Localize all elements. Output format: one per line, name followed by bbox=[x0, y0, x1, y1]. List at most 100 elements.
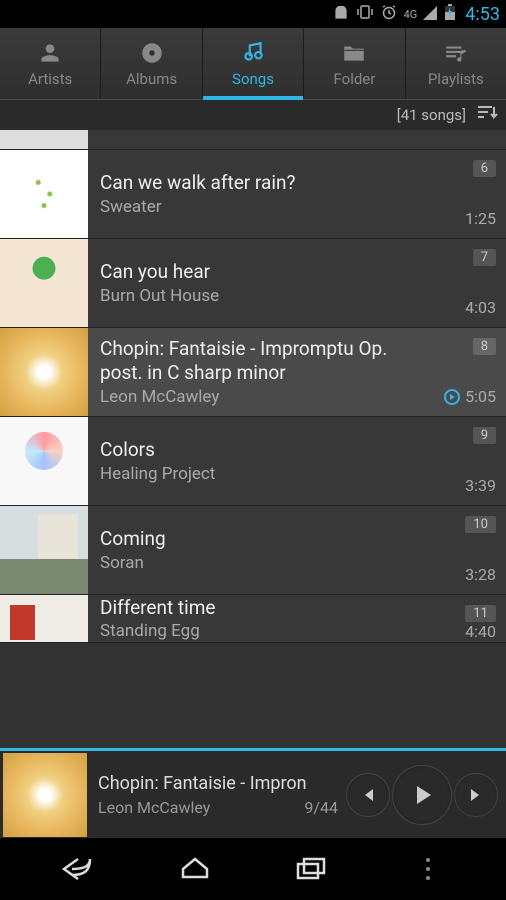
duration: 3:28 bbox=[465, 565, 496, 584]
signal-icon bbox=[423, 5, 439, 24]
status-bar: 4G 4:53 bbox=[0, 0, 506, 28]
album-art bbox=[0, 239, 88, 327]
album-art bbox=[0, 150, 88, 238]
now-playing-title: Chopin: Fantaisie - Impron bbox=[98, 773, 338, 794]
song-artist: Sweater bbox=[100, 197, 434, 217]
track-number: 11 bbox=[465, 605, 496, 622]
song-title: Can you hear bbox=[100, 260, 434, 284]
duration: 4:03 bbox=[465, 298, 496, 317]
back-button[interactable] bbox=[48, 849, 108, 889]
song-meta: 9 3:39 bbox=[446, 417, 506, 505]
album-art bbox=[0, 506, 88, 594]
song-row[interactable]: Can you hear Burn Out House 7 4:03 bbox=[0, 239, 506, 328]
next-button[interactable] bbox=[454, 773, 498, 817]
song-row[interactable] bbox=[0, 130, 506, 150]
vibrate-icon bbox=[356, 4, 374, 24]
menu-button[interactable] bbox=[398, 849, 458, 889]
alarm-icon bbox=[380, 4, 398, 24]
tab-bar: Artists Albums Songs Folder Playlists bbox=[0, 28, 506, 100]
tab-playlists[interactable]: Playlists bbox=[406, 28, 506, 99]
song-row[interactable]: Colors Healing Project 9 3:39 bbox=[0, 417, 506, 506]
song-info: Chopin: Fantaisie - Impromptu Op. post. … bbox=[88, 328, 446, 416]
song-info: Coming Soran bbox=[88, 506, 446, 594]
menu-icon bbox=[424, 856, 432, 882]
song-title: Can we walk after rain? bbox=[100, 171, 434, 195]
song-meta: 7 4:03 bbox=[446, 239, 506, 327]
song-artist: Burn Out House bbox=[100, 286, 434, 306]
song-info: Can we walk after rain? Sweater bbox=[88, 150, 446, 238]
nav-bar bbox=[0, 838, 506, 900]
tab-artists[interactable]: Artists bbox=[0, 28, 101, 99]
duration: 1:25 bbox=[465, 209, 496, 228]
song-title: Different time bbox=[100, 596, 434, 620]
tab-folder[interactable]: Folder bbox=[304, 28, 405, 99]
song-list[interactable]: Can we walk after rain? Sweater 6 1:25 C… bbox=[0, 130, 506, 748]
recents-button[interactable] bbox=[281, 849, 341, 889]
tab-label: Artists bbox=[28, 70, 72, 88]
song-info: Can you hear Burn Out House bbox=[88, 239, 446, 327]
song-artist: Leon McCawley bbox=[100, 387, 434, 407]
album-art bbox=[0, 595, 88, 643]
folder-icon bbox=[341, 40, 367, 66]
battery-icon bbox=[445, 4, 455, 24]
sort-icon[interactable] bbox=[476, 105, 498, 125]
prev-button[interactable] bbox=[346, 773, 390, 817]
duration: 3:39 bbox=[465, 476, 496, 495]
song-row-playing[interactable]: Chopin: Fantaisie - Impromptu Op. post. … bbox=[0, 328, 506, 417]
track-number: 7 bbox=[473, 249, 496, 266]
song-meta: 8 5:05 bbox=[446, 328, 506, 416]
song-meta: 11 4:40 bbox=[446, 595, 506, 642]
back-icon bbox=[60, 855, 96, 883]
now-playing-artist: Leon McCawley bbox=[98, 798, 210, 817]
song-count: [41 songs] bbox=[397, 106, 466, 124]
now-playing-info: Chopin: Fantaisie - Impron Leon McCawley… bbox=[90, 773, 346, 817]
track-number: 10 bbox=[465, 516, 496, 533]
now-playing-bar[interactable]: Chopin: Fantaisie - Impron Leon McCawley… bbox=[0, 748, 506, 838]
playing-indicator-icon bbox=[443, 388, 461, 406]
person-icon bbox=[37, 40, 63, 66]
android-icon bbox=[332, 5, 350, 24]
skip-next-icon bbox=[466, 785, 486, 805]
song-row[interactable]: Coming Soran 10 3:28 bbox=[0, 506, 506, 595]
song-info: Colors Healing Project bbox=[88, 417, 446, 505]
song-artist: Soran bbox=[100, 553, 434, 573]
song-row[interactable]: Different time Standing Egg 11 4:40 bbox=[0, 595, 506, 643]
song-artist: Healing Project bbox=[100, 464, 434, 484]
play-button[interactable] bbox=[392, 765, 452, 825]
status-time: 4:53 bbox=[465, 4, 500, 25]
album-art bbox=[0, 417, 88, 505]
disc-icon bbox=[139, 40, 165, 66]
now-playing-controls bbox=[346, 765, 506, 825]
song-meta: 6 1:25 bbox=[446, 150, 506, 238]
tab-label: Songs bbox=[232, 70, 274, 88]
now-playing-position: 9/44 bbox=[304, 798, 338, 817]
home-icon bbox=[177, 855, 213, 883]
playlist-icon bbox=[443, 40, 469, 66]
song-title: Coming bbox=[100, 527, 434, 551]
play-icon bbox=[408, 781, 436, 809]
album-art bbox=[0, 328, 88, 416]
network-type: 4G bbox=[404, 8, 418, 21]
song-artist: Standing Egg bbox=[100, 621, 434, 641]
recents-icon bbox=[294, 856, 328, 882]
skip-previous-icon bbox=[358, 785, 378, 805]
song-info: Different time Standing Egg bbox=[88, 595, 446, 642]
tab-label: Folder bbox=[334, 70, 376, 88]
home-button[interactable] bbox=[165, 849, 225, 889]
now-playing-art bbox=[3, 753, 87, 837]
music-note-icon bbox=[240, 40, 266, 66]
song-row[interactable]: Can we walk after rain? Sweater 6 1:25 bbox=[0, 150, 506, 239]
song-meta: 10 3:28 bbox=[446, 506, 506, 594]
duration: 5:05 bbox=[443, 387, 496, 406]
track-number: 6 bbox=[473, 160, 496, 177]
track-number: 9 bbox=[473, 427, 496, 444]
summary-bar: [41 songs] bbox=[0, 100, 506, 130]
track-number: 8 bbox=[473, 338, 496, 355]
tab-label: Playlists bbox=[428, 70, 484, 88]
song-title: Colors bbox=[100, 438, 434, 462]
tab-label: Albums bbox=[126, 70, 177, 88]
tab-albums[interactable]: Albums bbox=[101, 28, 202, 99]
song-title: Chopin: Fantaisie - Impromptu Op. post. … bbox=[100, 337, 434, 385]
tab-songs[interactable]: Songs bbox=[203, 28, 304, 99]
album-art bbox=[0, 130, 88, 150]
